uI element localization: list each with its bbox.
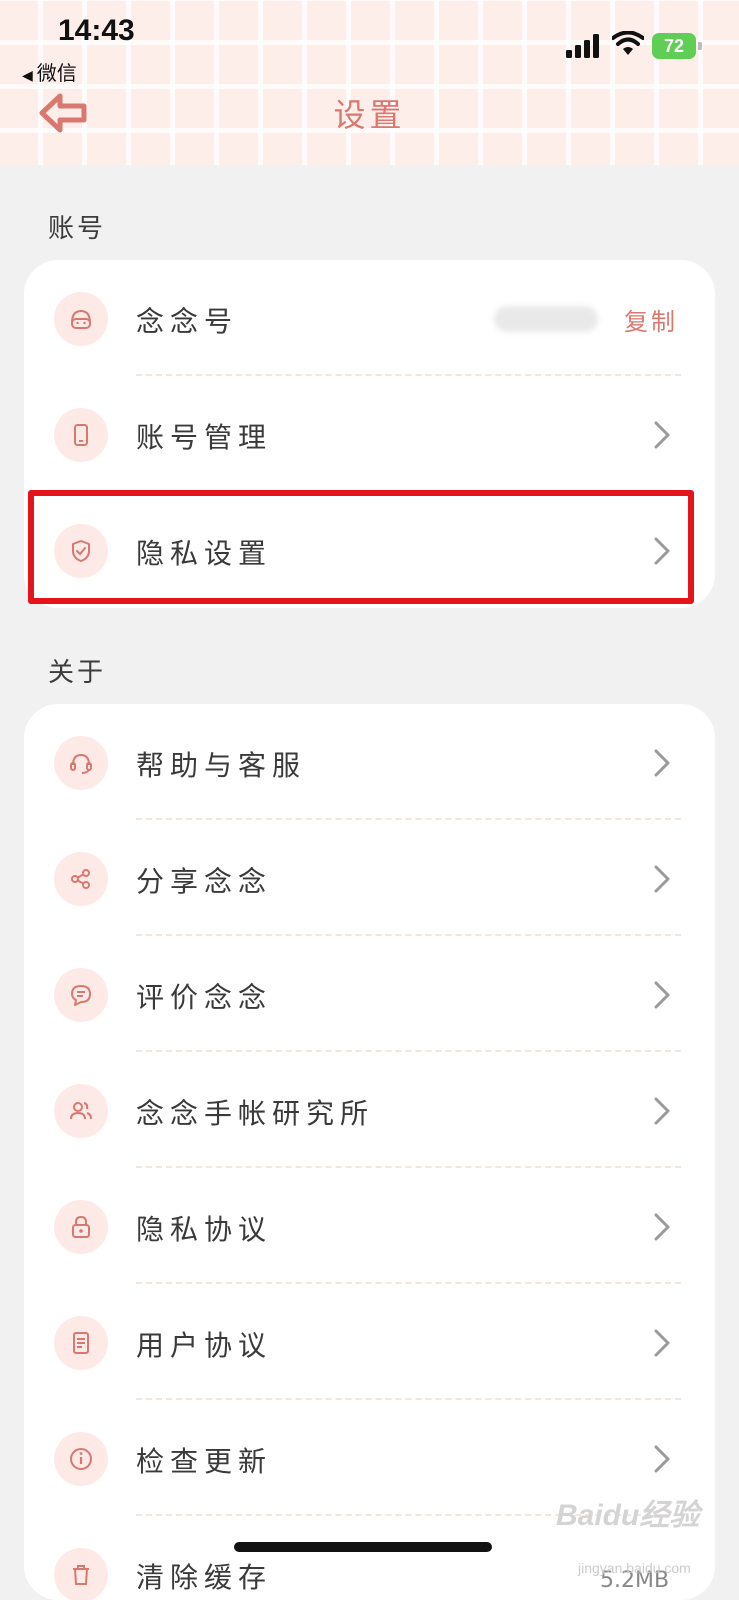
- chevron-right-icon: [654, 749, 670, 777]
- baidu-watermark: Baidu经验: [556, 1499, 700, 1532]
- settings-row-research-lab[interactable]: 念念手帐研究所: [24, 1052, 715, 1168]
- nian-id-value-blurred: [494, 306, 598, 332]
- about-card: 帮助与客服 分享念念 评价念念 念念手帐研究所 隐私协议 用户协议 检查更新 清…: [24, 704, 715, 1600]
- copy-button[interactable]: 复制: [624, 302, 678, 337]
- settings-row-label: 清除缓存: [136, 1561, 273, 1594]
- settings-row-rate[interactable]: 评价念念: [24, 936, 715, 1052]
- battery-level: 72: [652, 33, 696, 59]
- settings-row-user-agreement[interactable]: 用户协议: [24, 1284, 715, 1400]
- settings-row-label: 帮助与客服: [136, 749, 307, 782]
- settings-row-label: 评价念念: [136, 981, 273, 1014]
- settings-row-privacy-agreement[interactable]: 隐私协议: [24, 1168, 715, 1284]
- info-icon: [54, 1432, 108, 1486]
- avatar-face-icon: [54, 292, 108, 346]
- settings-row-help-service[interactable]: 帮助与客服: [24, 704, 715, 820]
- chevron-right-icon: [654, 1445, 670, 1473]
- settings-row-label: 账号管理: [136, 421, 273, 454]
- home-indicator[interactable]: [234, 1542, 492, 1552]
- section-label-account: 账号: [48, 214, 107, 244]
- settings-row-account-management[interactable]: 账号管理: [24, 376, 715, 492]
- headset-icon: [54, 736, 108, 790]
- share-icon: [54, 852, 108, 906]
- settings-row-share[interactable]: 分享念念: [24, 820, 715, 936]
- status-back-to-app[interactable]: ◀ 微信: [22, 57, 77, 86]
- chevron-right-icon: [654, 1329, 670, 1357]
- status-back-label: 微信: [36, 61, 77, 85]
- cellular-signal-icon: [566, 34, 599, 58]
- chevron-right-icon: [654, 981, 670, 1009]
- users-icon: [54, 1084, 108, 1138]
- phone-icon: [54, 408, 108, 462]
- settings-row-label: 检查更新: [136, 1445, 273, 1478]
- lock-icon: [54, 1200, 108, 1254]
- back-triangle-icon: ◀: [22, 68, 33, 84]
- battery-cap: [698, 42, 702, 50]
- trash-icon: [54, 1548, 108, 1600]
- chat-bubble-icon: [54, 968, 108, 1022]
- settings-row-label: 分享念念: [136, 865, 273, 898]
- section-label-about: 关于: [48, 658, 107, 688]
- wifi-icon: [612, 31, 644, 55]
- document-icon: [54, 1316, 108, 1370]
- baidu-watermark-url: jingyan.baidu.com: [578, 1560, 691, 1576]
- chevron-right-icon: [654, 1097, 670, 1125]
- page-title: 设置: [333, 96, 406, 134]
- chevron-right-icon: [654, 865, 670, 893]
- settings-row-label: 用户协议: [136, 1329, 273, 1362]
- chevron-right-icon: [654, 421, 670, 449]
- battery-indicator: 72: [652, 33, 702, 59]
- settings-row-label: 念念号: [136, 305, 239, 338]
- settings-row-label: 隐私协议: [136, 1213, 273, 1246]
- chevron-right-icon: [654, 1213, 670, 1241]
- highlight-annotation-box: [28, 490, 694, 604]
- status-time: 14:43: [58, 14, 135, 47]
- settings-row-label: 念念手帐研究所: [136, 1097, 375, 1130]
- header-bar: 14:43 ◀ 微信 72 设置: [0, 0, 739, 165]
- settings-row-nian-id[interactable]: 念念号 复制: [24, 260, 715, 376]
